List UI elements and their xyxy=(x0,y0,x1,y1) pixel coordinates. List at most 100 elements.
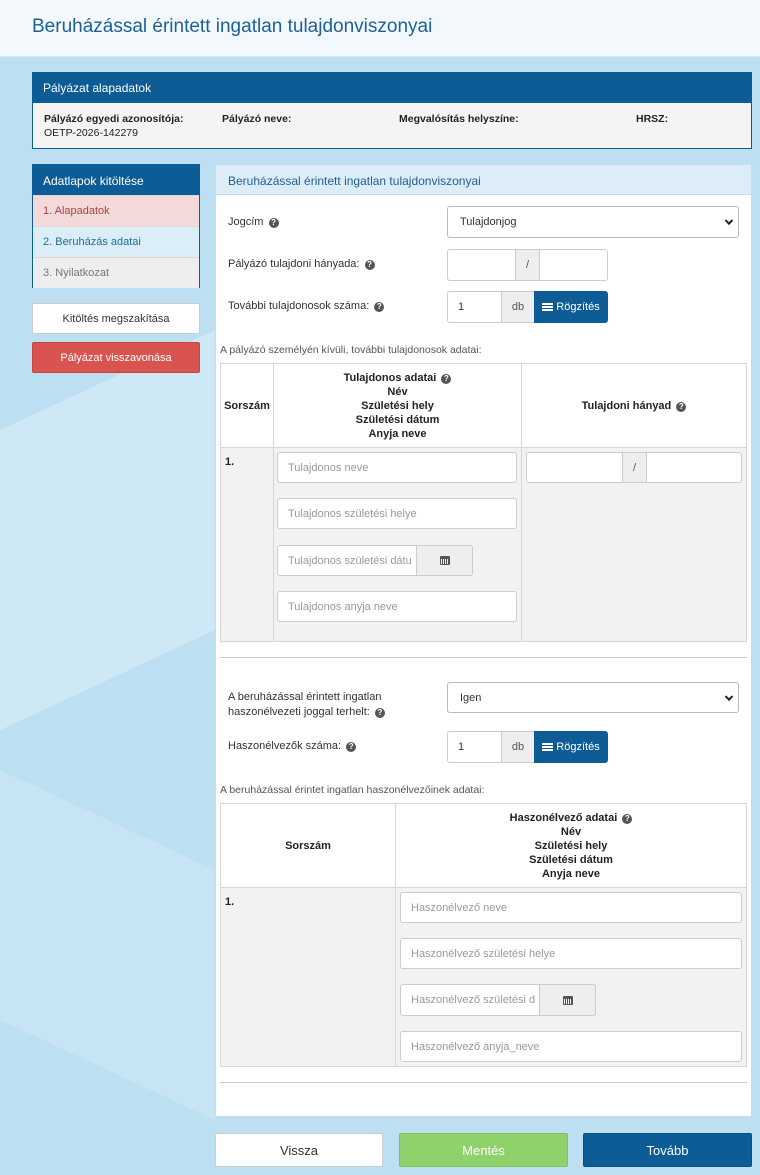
haszon-count-unit: db xyxy=(501,731,535,763)
background-shape xyxy=(0,769,215,1121)
haszon-col-adatai: Haszonélvező adatai ? Név Születési hely… xyxy=(395,803,747,888)
help-icon[interactable]: ? xyxy=(441,373,452,384)
hanyad-label: Pályázó tulajdoni hányada: xyxy=(228,258,360,270)
list-icon xyxy=(542,742,554,752)
haszon-table: Sorszám Haszonélvező adatai ? Név Szület… xyxy=(220,803,747,1067)
haszon-birthdate-input[interactable]: Haszonélvező születési d xyxy=(400,984,540,1016)
jogcim-select[interactable]: Tulajdonjog xyxy=(447,206,739,238)
nav-item-alapadatok[interactable]: 1. Alapadatok xyxy=(33,195,199,226)
applicant-name-label: Pályázó neve: xyxy=(222,113,292,125)
owner-hanyad-numerator-input[interactable] xyxy=(526,452,623,483)
save-button[interactable]: Mentés xyxy=(399,1133,568,1167)
owners-count-label: További tulajdonosok száma: xyxy=(228,300,370,312)
owners-record-label: Rögzítés xyxy=(556,301,600,313)
haszon-col-line-mother: Anyja neve xyxy=(541,867,601,880)
withdraw-application-button[interactable]: Pályázat visszavonása xyxy=(32,342,200,373)
hrsz-field: HRSZ: xyxy=(636,113,668,127)
help-icon[interactable]: ? xyxy=(364,260,375,270)
owner-hanyad-denominator-input[interactable] xyxy=(646,452,742,483)
help-icon[interactable]: ? xyxy=(374,302,385,312)
owner-birthplace-input[interactable]: Tulajdonos születési helye xyxy=(277,498,517,529)
chevron-down-icon xyxy=(724,692,734,701)
owner-birthdate-input[interactable]: Tulajdonos születési dátu xyxy=(277,545,417,576)
haszon-row-number: 1. xyxy=(225,896,235,908)
help-icon[interactable]: ? xyxy=(268,218,279,228)
haszon-select[interactable]: Igen xyxy=(447,682,739,713)
haszon-record-label: Rögzítés xyxy=(556,741,600,753)
haszon-col-line-birthdate: Születési dátum xyxy=(529,853,613,866)
owners-col-hanyad: Tulajdoni hányad ? xyxy=(521,363,747,448)
owners-col-line-birthdate: Születési dátum xyxy=(355,413,440,426)
nav-header: Adatlapok kitöltése xyxy=(33,165,199,195)
calendar-icon xyxy=(562,995,573,1005)
chevron-down-icon xyxy=(724,216,734,226)
haszon-col-line-birthplace: Születési hely xyxy=(534,839,608,852)
page-title: Beruházással érintett ingatlan tulajdonv… xyxy=(32,16,433,37)
applicant-id-value: OETP-2026-142279 xyxy=(44,127,138,139)
haszon-label-line1: A beruházással érintett ingatlan xyxy=(228,691,382,703)
form-steps-nav: Adatlapok kitöltése 1. Alapadatok 2. Ber… xyxy=(32,164,200,288)
form-header: Beruházással érintett ingatlan tulajdonv… xyxy=(216,165,751,195)
applicant-id-field: Pályázó egyedi azonosítója: OETP-2026-14… xyxy=(44,113,183,139)
hanyad-numerator-input[interactable] xyxy=(447,249,516,281)
help-icon[interactable]: ? xyxy=(622,813,633,824)
haszon-birthdate-calendar-button[interactable] xyxy=(539,984,596,1016)
hrsz-label: HRSZ: xyxy=(636,113,669,125)
owners-col-line-birthplace: Születési hely xyxy=(361,399,434,412)
section-divider xyxy=(220,1082,747,1083)
owners-col-adatai-title: Tulajdonos adatai xyxy=(343,371,437,384)
basic-data-panel: Pályázat alapadatok Pályázó egyedi azono… xyxy=(32,72,752,149)
haszon-label-line2: haszonélvezeti joggal terhelt: xyxy=(228,706,370,718)
owners-col-adatai: Tulajdonos adatai ? Név Születési hely S… xyxy=(273,363,522,448)
haszon-col-line-name: Név xyxy=(560,825,582,838)
owners-col-line-mother: Anyja neve xyxy=(368,427,427,440)
owner-hanyad-separator: / xyxy=(622,452,647,483)
page-header: Beruházással érintett ingatlan tulajdonv… xyxy=(0,0,760,57)
section-divider xyxy=(220,657,747,658)
owners-note: A pályázó személyén kívüli, további tula… xyxy=(220,344,482,356)
jogcim-value: Tulajdonjog xyxy=(460,216,517,228)
owners-col-hanyad-title: Tulajdoni hányad xyxy=(581,399,672,412)
applicant-id-label: Pályázó egyedi azonosítója: xyxy=(44,113,184,125)
owner-name-input[interactable]: Tulajdonos neve xyxy=(277,452,517,483)
haszon-col-adatai-title: Haszonélvező adatai xyxy=(509,811,618,824)
help-icon[interactable]: ? xyxy=(346,742,357,752)
owners-record-button[interactable]: Rögzítés xyxy=(534,291,608,323)
jogcim-label-wrap: Jogcím ? xyxy=(228,216,279,228)
haszon-name-input[interactable]: Haszonélvező neve xyxy=(400,892,742,923)
list-icon xyxy=(542,302,554,312)
next-button[interactable]: Tovább xyxy=(583,1133,752,1167)
haszon-mother-input[interactable]: Haszonélvező anyja_neve xyxy=(400,1031,742,1062)
haszon-value: Igen xyxy=(460,691,482,704)
main-form-panel: Beruházással érintett ingatlan tulajdonv… xyxy=(215,164,752,1117)
nav-item-nyilatkozat[interactable]: 3. Nyilatkozat xyxy=(33,257,199,288)
haszon-count-input[interactable]: 1 xyxy=(447,731,502,763)
basic-data-header: Pályázat alapadatok xyxy=(33,73,751,103)
owners-count-input[interactable]: 1 xyxy=(447,291,502,323)
calendar-icon xyxy=(439,556,450,565)
haszon-label-wrap: A beruházással érintett ingatlan haszoné… xyxy=(228,690,385,720)
location-field: Megvalósítás helyszíne: xyxy=(399,113,519,127)
owners-row-number: 1. xyxy=(225,456,235,468)
help-icon[interactable]: ? xyxy=(676,401,687,412)
location-label: Megvalósítás helyszíne: xyxy=(399,113,519,125)
haszon-count-label-wrap: Haszonélvezők száma: ? xyxy=(228,740,357,752)
hanyad-label-wrap: Pályázó tulajdoni hányada: ? xyxy=(228,258,375,270)
haszon-col-sorszam: Sorszám xyxy=(220,803,396,888)
haszon-record-button[interactable]: Rögzítés xyxy=(534,731,608,763)
owners-col-sorszam: Sorszám xyxy=(220,363,274,448)
back-button[interactable]: Vissza xyxy=(215,1133,383,1167)
help-icon[interactable]: ? xyxy=(374,708,385,718)
jogcim-label: Jogcím xyxy=(228,216,264,228)
haszon-note: A beruházással érintet ingatlan haszonél… xyxy=(220,784,485,796)
haszon-birthplace-input[interactable]: Haszonélvező születési helye xyxy=(400,938,742,969)
owners-col-line-name: Név xyxy=(387,385,408,398)
nav-item-beruhazas[interactable]: 2. Beruházás adatai xyxy=(33,226,199,257)
owners-count-unit: db xyxy=(501,291,535,323)
owner-birthdate-calendar-button[interactable] xyxy=(416,545,473,576)
haszon-count-label: Haszonélvezők száma: xyxy=(228,740,342,752)
hanyad-denominator-input[interactable] xyxy=(539,249,608,281)
owner-mother-input[interactable]: Tulajdonos anyja neve xyxy=(277,591,517,622)
owners-count-label-wrap: További tulajdonosok száma: ? xyxy=(228,300,385,312)
abort-filling-button[interactable]: Kitöltés megszakítása xyxy=(32,303,200,334)
